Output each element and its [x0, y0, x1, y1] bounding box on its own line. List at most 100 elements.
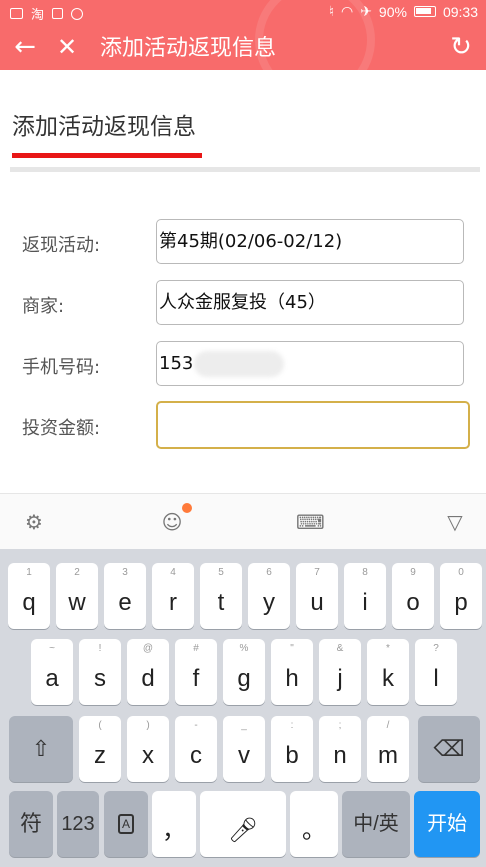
key-a[interactable]: ~ a — [31, 639, 73, 705]
space-voice-key[interactable]: 🎤︎ — [200, 791, 286, 857]
key-hint: % — [239, 643, 249, 654]
key-p[interactable]: 0p — [440, 563, 482, 629]
keyboard-toolbar: ⚙ ☺ ⌨ ▽ — [0, 493, 486, 549]
key-s[interactable]: ! s — [79, 639, 121, 705]
key-n[interactable]: ; n — [319, 716, 361, 782]
key-label: c — [190, 742, 202, 769]
amount-label: 投资金额: — [22, 418, 101, 439]
key-label: h — [285, 665, 299, 692]
clock: 09:33 — [442, 3, 478, 20]
key-hint: 6 — [266, 567, 272, 578]
key-label: t — [217, 589, 225, 616]
key-hint: 7 — [314, 567, 320, 578]
keyboard-icon[interactable]: ⌨ — [296, 508, 325, 536]
key-o[interactable]: 9o — [392, 563, 434, 629]
comma-key[interactable]: ， — [152, 791, 196, 857]
start-key[interactable]: 开始 — [414, 791, 480, 857]
battery-percent: 90% — [378, 3, 407, 20]
activity-label: 返现活动: — [22, 235, 101, 256]
emoji-icon[interactable]: ☺ — [158, 508, 186, 536]
key-r[interactable]: 4r — [152, 563, 194, 629]
key-hint: : — [290, 720, 294, 731]
key-hint: ) — [146, 720, 150, 731]
key-hint: _ — [241, 720, 247, 731]
clipboard-key[interactable]: A — [104, 791, 148, 857]
merchant-label: 商家: — [22, 296, 65, 317]
key-l[interactable]: ? l — [415, 639, 457, 705]
form-row-amount: 投资金额: — [0, 401, 486, 449]
close-icon[interactable]: ✕ — [52, 32, 82, 62]
key-i[interactable]: 8i — [344, 563, 386, 629]
key-m[interactable]: / m — [367, 716, 409, 782]
settings-gear-icon[interactable]: ⚙ — [20, 508, 48, 536]
key-hint: ~ — [49, 643, 55, 654]
key-label: q — [22, 589, 36, 616]
key-hint: ? — [433, 643, 439, 654]
heading-underline — [12, 153, 202, 158]
battery-icon — [413, 6, 436, 17]
microphone-icon: 🎤︎ — [227, 817, 259, 844]
key-z[interactable]: (z — [79, 716, 121, 782]
numbers-key[interactable]: 123 — [57, 791, 99, 857]
mute-icon: ♮ — [328, 3, 334, 19]
back-arrow-icon[interactable]: ← — [10, 32, 40, 62]
key-g[interactable]: % g — [223, 639, 265, 705]
refresh-icon[interactable]: ↻ — [446, 32, 476, 62]
key-d[interactable]: @ d — [127, 639, 169, 705]
backspace-key[interactable]: ⌫ — [418, 716, 480, 782]
key-q[interactable]: 1q — [8, 563, 50, 629]
key-w[interactable]: 2w — [56, 563, 98, 629]
emoji-icon — [71, 7, 84, 20]
key-t[interactable]: 5t — [200, 563, 242, 629]
key-label: k — [382, 665, 394, 692]
form-row-merchant: 商家: 人众金服复投（45） — [0, 280, 486, 328]
key-hint: 9 — [410, 567, 416, 578]
key-c[interactable]: -c — [175, 716, 217, 782]
key-b[interactable]: :b — [271, 716, 313, 782]
wifi-icon: ◠ — [340, 3, 354, 19]
title-bar: ← ✕ 添加活动返现信息 ↻ — [0, 26, 486, 70]
amount-field[interactable] — [156, 401, 470, 449]
key-u[interactable]: 7u — [296, 563, 338, 629]
shift-key[interactable]: ⇧ — [9, 716, 73, 782]
key-hint: & — [336, 643, 344, 654]
collapse-triangle-icon[interactable]: ▽ — [441, 508, 469, 536]
key-label: r — [169, 589, 177, 616]
key-hint: # — [193, 643, 199, 654]
key-label: n — [333, 742, 347, 769]
airplane-icon: ✈ — [360, 3, 372, 19]
key-f[interactable]: # f — [175, 639, 217, 705]
period-key[interactable]: 。 — [290, 791, 338, 857]
taobao-icon: 淘 — [31, 8, 45, 23]
key-label: p — [454, 589, 468, 616]
phone-field[interactable]: 153 — [156, 341, 464, 386]
activity-field[interactable]: 第45期(02/06-02/12) — [156, 219, 464, 264]
merchant-field[interactable]: 人众金服复投（45） — [156, 280, 464, 325]
key-hint: ; — [338, 720, 342, 731]
grid-icon — [52, 8, 64, 19]
language-switch-key[interactable]: 中/英 — [342, 791, 410, 857]
key-x[interactable]: ) x — [127, 716, 169, 782]
clipboard-icon: A — [104, 810, 148, 838]
key-hint: 1 — [26, 567, 32, 578]
key-h[interactable]: " h — [271, 639, 313, 705]
key-j[interactable]: & j — [319, 639, 361, 705]
key-hint: ! — [98, 643, 102, 654]
key-label: e — [118, 589, 132, 616]
image-icon — [10, 8, 23, 19]
key-k[interactable]: * k — [367, 639, 409, 705]
notification-dot — [182, 503, 192, 513]
key-v[interactable]: _ v — [223, 716, 265, 782]
key-hint: - — [194, 720, 198, 731]
key-label: s — [94, 665, 106, 692]
key-e[interactable]: 3e — [104, 563, 146, 629]
status-bar: 淘 ♮ ◠ ✈ 90% 09:33 — [0, 0, 486, 26]
key-label: d — [141, 665, 155, 692]
key-label: y — [263, 589, 275, 616]
symbols-key[interactable]: 符 — [9, 791, 53, 857]
phone-label: 手机号码: — [22, 357, 101, 378]
top-bar: 淘 ♮ ◠ ✈ 90% 09:33 ← ✕ 添加活动返现信息 ↻ — [0, 0, 486, 100]
key-y[interactable]: 6y — [248, 563, 290, 629]
key-label: w — [68, 589, 86, 616]
key-hint: @ — [142, 643, 154, 654]
